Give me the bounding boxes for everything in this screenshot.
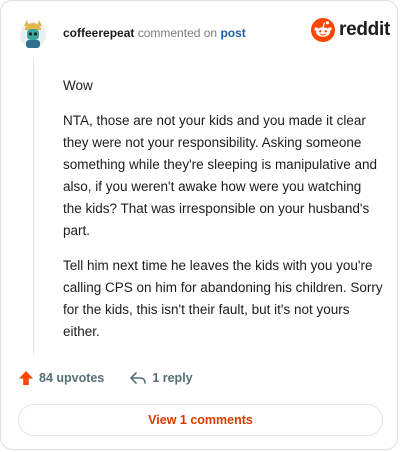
- reply-arrow-icon: [130, 372, 147, 384]
- comment-card: coffeerepeat commented on post reddit Wo…: [0, 0, 398, 450]
- comment-actions: 84 upvotes 1 reply: [18, 370, 218, 386]
- comment-paragraph: NTA, those are not your kids and you mad…: [63, 113, 378, 238]
- reply-count: 1 reply: [152, 371, 193, 385]
- comment-paragraph: Wow: [63, 78, 93, 93]
- reddit-brand[interactable]: reddit: [311, 18, 390, 42]
- post-link[interactable]: post: [220, 26, 245, 40]
- reddit-logo-icon: [311, 18, 335, 42]
- username-link[interactable]: coffeerepeat: [63, 26, 134, 40]
- reddit-wordmark: reddit: [339, 19, 390, 40]
- comment-header: coffeerepeat commented on post: [63, 25, 246, 41]
- upvote-arrow-icon: [19, 371, 33, 385]
- thread-line[interactable]: [33, 57, 34, 355]
- action-text: commented on: [137, 26, 218, 40]
- upvote-button[interactable]: 84 upvotes: [18, 370, 104, 386]
- view-comments-button[interactable]: View 1 comments: [18, 404, 383, 436]
- comment-paragraph: Tell him next time he leaves the kids wi…: [63, 258, 383, 339]
- user-avatar[interactable]: [18, 16, 48, 50]
- upvote-count: 84 upvotes: [39, 371, 105, 385]
- comment-body: Wow NTA, those are not your kids and you…: [63, 75, 383, 356]
- reply-button[interactable]: 1 reply: [129, 370, 193, 386]
